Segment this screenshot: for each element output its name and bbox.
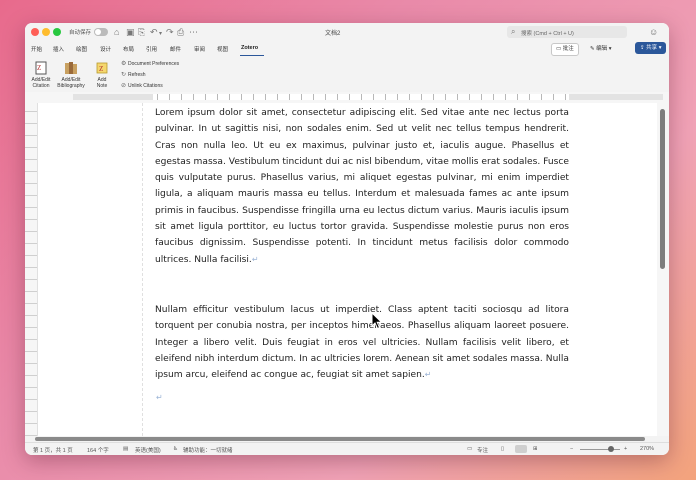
print-layout-view-icon[interactable] — [515, 445, 527, 453]
mouse-pointer-icon — [371, 312, 383, 330]
search-input[interactable]: ⌕ 搜索 (Cmd + Ctrl + U) — [507, 26, 627, 38]
add-edit-bibliography-button[interactable]: Add/Edit Bibliography — [54, 56, 88, 89]
vertical-scrollbar[interactable] — [657, 103, 669, 436]
add-note-button[interactable]: Z Add Note — [92, 56, 112, 89]
comment-icon: ▭ — [556, 46, 562, 52]
profile-icon[interactable]: ☺ — [649, 27, 658, 37]
share-label: 共享 — [646, 45, 658, 51]
undo-dropdown-icon[interactable]: ▾ — [159, 29, 162, 39]
more-icon[interactable]: ⋯ — [189, 27, 198, 37]
paragraph-2[interactable]: Nullam efficitur vestibulum lacus ut imp… — [155, 302, 569, 383]
zoom-slider[interactable] — [580, 449, 620, 450]
tab-zotero[interactable]: Zotero — [241, 45, 258, 51]
tab-home[interactable]: 开始 — [31, 45, 42, 53]
unlink-icon: ⊘ — [121, 83, 127, 89]
comment-button[interactable]: ▭ 批注 — [551, 43, 579, 56]
status-bar: 第 1 页，共 1 页 164 个字 ▤ 英语(美国) ♿ 辅助功能：一切就绪 … — [25, 442, 669, 455]
ruler-right-margin — [569, 94, 663, 100]
share-dropdown-icon: ▾ — [658, 45, 662, 51]
note-label-2: Note — [96, 83, 108, 89]
web-layout-glyph: ⊞ — [533, 446, 538, 452]
unlink-citations-label: Unlink Citations — [128, 83, 163, 89]
refresh-button[interactable]: ↻ Refresh — [121, 71, 146, 78]
focus-button[interactable]: 专注 — [477, 446, 488, 454]
editing-mode-button[interactable]: ✎ 编辑 ▾ — [590, 44, 611, 52]
ruler-left-margin — [73, 94, 153, 100]
close-window-button[interactable] — [31, 28, 39, 36]
tab-references[interactable]: 引用 — [146, 45, 157, 53]
vertical-ruler — [25, 103, 38, 436]
bibliography-label-2: Bibliography — [57, 83, 85, 89]
empty-paragraph-mark[interactable]: ↵ — [156, 393, 163, 402]
tab-mailings[interactable]: 邮件 — [170, 45, 181, 53]
svg-text:Z: Z — [99, 65, 103, 73]
word-window: 自动保存 ⌂ ▣ ⎘ ↶ ▾ ↷ ⎙ ⋯ 文档2 ⌕ 搜索 (Cmd + Ctr… — [25, 23, 669, 455]
tab-review[interactable]: 审阅 — [194, 45, 205, 53]
home-icon[interactable]: ⌂ — [114, 27, 119, 37]
document-canvas[interactable]: Lorem ipsum dolor sit amet, consectetur … — [38, 103, 657, 436]
document-title: 文档2 — [325, 31, 341, 37]
share-button[interactable]: ⇪ 共享 ▾ — [635, 42, 667, 54]
paragraph-1[interactable]: Lorem ipsum dolor sit amet, consectetur … — [155, 105, 569, 268]
paragraph-1-text: Lorem ipsum dolor sit amet, consectetur … — [155, 108, 569, 265]
accessibility-icon: ♿ — [173, 446, 178, 452]
word-count[interactable]: 164 个字 — [87, 446, 109, 454]
document-preferences-label: Document Preferences — [128, 61, 180, 67]
document-preferences-button[interactable]: ⚙ Document Preferences — [121, 60, 179, 67]
tab-insert[interactable]: 插入 — [53, 45, 64, 53]
tab-view[interactable]: 视图 — [217, 45, 228, 53]
bibliography-icon — [64, 61, 78, 75]
print-icon[interactable]: ⎙ — [177, 27, 184, 37]
tab-layout[interactable]: 布局 — [123, 45, 134, 53]
paragraph-2-text: Nullam efficitur vestibulum lacus ut imp… — [155, 305, 569, 381]
zoom-out-icon[interactable]: − — [570, 446, 573, 452]
tab-design[interactable]: 设计 — [100, 45, 111, 53]
proofing-icon[interactable]: ▤ — [123, 446, 128, 452]
page-left-edge — [142, 103, 143, 436]
editing-mode-label: 编辑 — [596, 46, 608, 52]
search-placeholder: 搜索 (Cmd + Ctrl + U) — [521, 31, 574, 37]
page-count[interactable]: 第 1 页，共 1 页 — [33, 446, 73, 454]
chevron-down-icon: ▾ — [608, 46, 612, 52]
citation-label-2: Citation — [32, 83, 50, 89]
zoom-window-button[interactable] — [53, 28, 61, 36]
title-bar: 自动保存 ⌂ ▣ ⎘ ↶ ▾ ↷ ⎙ ⋯ 文档2 ⌕ 搜索 (Cmd + Ctr… — [25, 23, 669, 42]
undo-icon[interactable]: ↶ — [150, 27, 158, 37]
comment-label: 批注 — [562, 46, 574, 52]
paragraph-mark: ↵ — [424, 370, 432, 380]
zoom-in-icon[interactable]: + — [624, 446, 627, 452]
autosave-label: 自动保存 — [69, 30, 92, 36]
refresh-icon: ↻ — [121, 72, 127, 78]
horizontal-scroll-thumb[interactable] — [35, 437, 645, 441]
gear-icon: ⚙ — [121, 61, 127, 67]
vertical-scroll-thumb[interactable] — [660, 109, 665, 269]
read-mode-glyph: ▯ — [501, 446, 505, 452]
save-icon[interactable]: ▣ — [126, 27, 135, 37]
accessibility-status[interactable]: 辅助功能：一切就绪 — [183, 446, 233, 454]
tab-draw[interactable]: 绘图 — [76, 45, 87, 53]
zoom-level[interactable]: 270% — [640, 446, 654, 452]
share-icon: ⇪ — [640, 45, 645, 51]
pencil-icon: ✎ — [590, 46, 595, 52]
citation-icon: Z — [34, 61, 48, 75]
search-icon: ⌕ — [511, 27, 516, 36]
add-edit-citation-button[interactable]: Z Add/Edit Citation — [29, 56, 53, 89]
minimize-window-button[interactable] — [42, 28, 50, 36]
refresh-label: Refresh — [128, 72, 146, 78]
language-status[interactable]: 英语(美国) — [135, 446, 161, 454]
redo-icon[interactable]: ↷ — [166, 27, 174, 37]
zotero-ribbon: Z Add/Edit Citation Add/Edit Bibliograph… — [25, 56, 669, 93]
paragraph-mark: ↵ — [251, 254, 259, 264]
note-icon: Z — [95, 61, 109, 75]
zoom-slider-handle[interactable] — [608, 446, 614, 452]
svg-text:Z: Z — [37, 64, 41, 72]
save-as-icon[interactable]: ⎘ — [138, 27, 145, 37]
autosave-toggle[interactable] — [94, 28, 108, 36]
focus-icon: ▭ — [467, 446, 473, 452]
unlink-citations-button[interactable]: ⊘ Unlink Citations — [121, 82, 163, 89]
